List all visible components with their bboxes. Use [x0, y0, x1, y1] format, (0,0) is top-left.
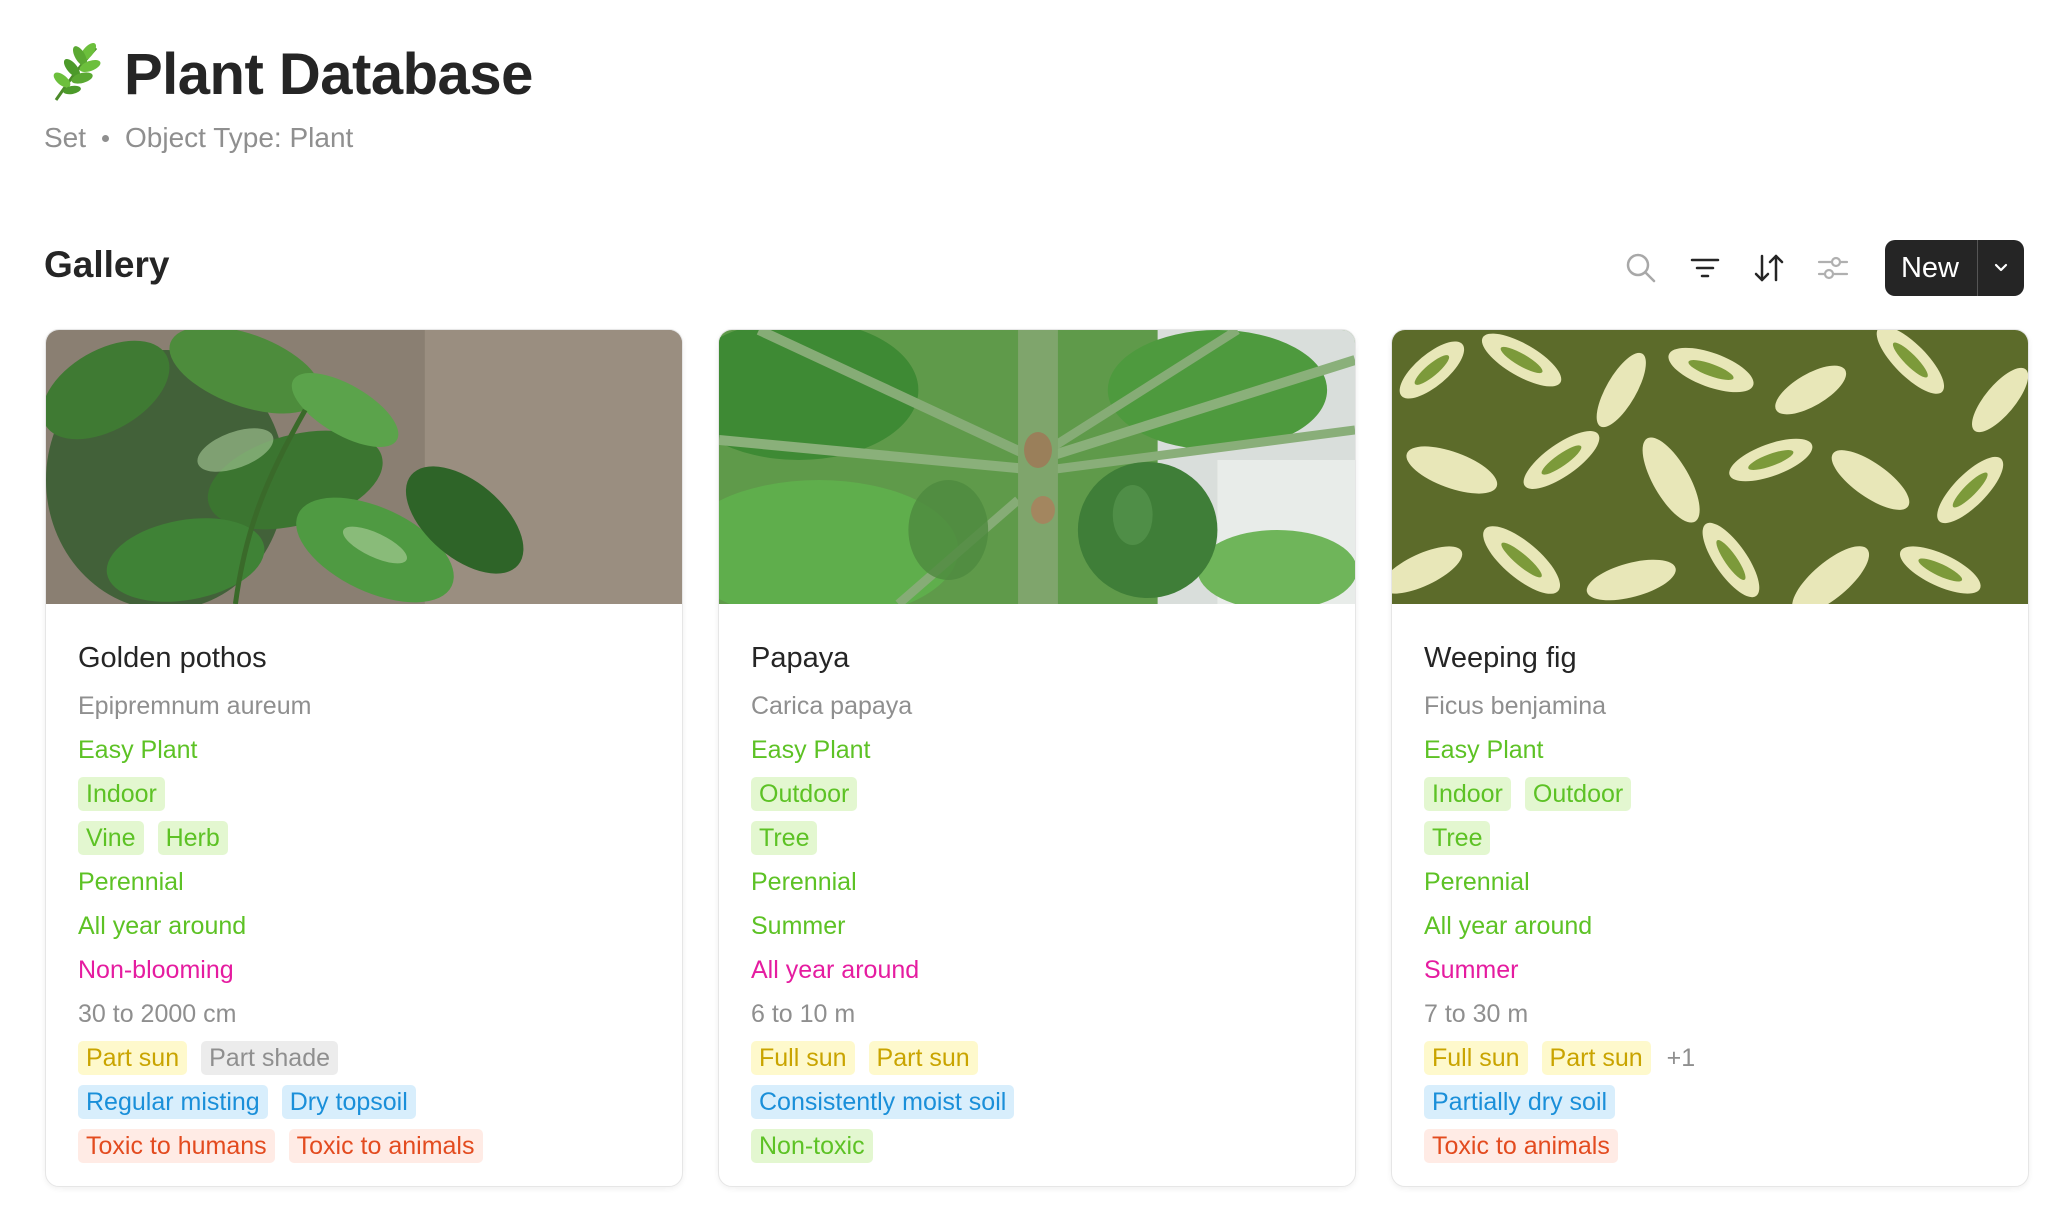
card-body: Papaya Carica papaya Easy Plant Outdoor … — [719, 604, 1355, 1168]
filter-icon[interactable] — [1685, 248, 1725, 288]
herb-icon — [44, 42, 106, 106]
more-tags-count[interactable]: +1 — [1667, 1044, 1696, 1073]
difficulty-value: Easy Plant — [1424, 735, 1544, 764]
card-cover-image — [1392, 330, 2028, 604]
toxicity-tags: Toxic to animals — [1424, 1124, 1996, 1168]
tag-watering: Regular misting — [78, 1085, 268, 1119]
chevron-down-icon[interactable] — [1978, 240, 2024, 296]
card-title: Papaya — [751, 642, 850, 674]
page-title: Plant Database — [124, 41, 533, 107]
tag-location: Outdoor — [751, 777, 858, 811]
gallery-card[interactable]: Golden pothos Epipremnum aureum Easy Pla… — [45, 329, 683, 1187]
tag-light: Full sun — [1424, 1041, 1528, 1075]
toxicity-tags: Non-toxic — [751, 1124, 1323, 1168]
tag-location: Indoor — [1424, 777, 1511, 811]
tag-watering: Consistently moist soil — [751, 1085, 1015, 1119]
tag-type: Herb — [157, 821, 228, 855]
type-tags: Tree — [751, 816, 1323, 860]
lifecycle-value: Perennial — [1424, 867, 1530, 896]
tag-toxicity: Non-toxic — [751, 1129, 873, 1163]
toxicity-tags: Toxic to humans Toxic to animals — [78, 1124, 650, 1168]
blooming-value: Non-blooming — [78, 955, 234, 984]
size-value: 6 to 10 m — [751, 999, 856, 1028]
view-name[interactable]: Gallery — [44, 244, 169, 286]
growing-season-value: Summer — [751, 911, 846, 940]
light-tags: Full sun Part sun — [751, 1036, 1323, 1080]
watering-tags: Consistently moist soil — [751, 1080, 1323, 1124]
difficulty-value: Easy Plant — [751, 735, 871, 764]
card-title: Weeping fig — [1424, 642, 1577, 674]
gallery-card[interactable]: Weeping fig Ficus benjamina Easy Plant I… — [1391, 329, 2029, 1187]
tag-light: Part sun — [868, 1041, 978, 1075]
latin-name: Carica papaya — [751, 691, 913, 720]
page-header: Plant Database Set Object Type: Plant — [44, 40, 533, 154]
latin-name: Ficus benjamina — [1424, 691, 1607, 720]
tag-watering: Partially dry soil — [1424, 1085, 1616, 1119]
subtitle-type: Set — [44, 122, 87, 153]
light-tags: Part sun Part shade — [78, 1036, 650, 1080]
card-body: Weeping fig Ficus benjamina Easy Plant I… — [1392, 604, 2028, 1168]
gallery-cards: Golden pothos Epipremnum aureum Easy Pla… — [45, 329, 2029, 1187]
growing-season-value: All year around — [1424, 911, 1593, 940]
size-value: 30 to 2000 cm — [78, 999, 237, 1028]
tag-type: Vine — [78, 821, 144, 855]
tag-light: Part sun — [78, 1041, 188, 1075]
location-tags: Indoor Outdoor — [1424, 772, 1996, 816]
tag-toxicity: Toxic to animals — [1424, 1129, 1618, 1163]
lifecycle-value: Perennial — [78, 867, 184, 896]
card-title: Golden pothos — [78, 642, 267, 674]
location-tags: Outdoor — [751, 772, 1323, 816]
tag-toxicity: Toxic to animals — [288, 1129, 483, 1163]
view-toolbar: New — [1621, 240, 2024, 296]
separator-dot — [102, 134, 110, 142]
new-button-label[interactable]: New — [1885, 240, 1978, 296]
size-value: 7 to 30 m — [1424, 999, 1529, 1028]
growing-season-value: All year around — [78, 911, 247, 940]
tag-toxicity: Toxic to humans — [78, 1129, 275, 1163]
blooming-value: Summer — [1424, 955, 1519, 984]
tag-type: Tree — [1424, 821, 1491, 855]
tag-light: Part shade — [201, 1041, 339, 1075]
watering-tags: Partially dry soil — [1424, 1080, 1996, 1124]
new-object-button[interactable]: New — [1884, 240, 2024, 296]
blooming-value: All year around — [751, 955, 920, 984]
gallery-card[interactable]: Papaya Carica papaya Easy Plant Outdoor … — [718, 329, 1356, 1187]
settings-icon[interactable] — [1813, 248, 1853, 288]
search-icon[interactable] — [1621, 248, 1661, 288]
type-tags: Tree — [1424, 816, 1996, 860]
card-cover-image — [46, 330, 682, 604]
lifecycle-value: Perennial — [751, 867, 857, 896]
tag-type: Tree — [751, 821, 818, 855]
type-tags: Vine Herb — [78, 816, 650, 860]
location-tags: Indoor — [78, 772, 650, 816]
watering-tags: Regular misting Dry topsoil — [78, 1080, 650, 1124]
card-body: Golden pothos Epipremnum aureum Easy Pla… — [46, 604, 682, 1168]
tag-light: Part sun — [1541, 1041, 1651, 1075]
tag-light: Full sun — [751, 1041, 855, 1075]
title-row: Plant Database — [44, 40, 533, 108]
difficulty-value: Easy Plant — [78, 735, 198, 764]
tag-location: Outdoor — [1524, 777, 1632, 811]
card-cover-image — [719, 330, 1355, 604]
page-subtitle: Set Object Type: Plant — [44, 122, 533, 154]
latin-name: Epipremnum aureum — [78, 691, 312, 720]
subtitle-object-type[interactable]: Object Type: Plant — [125, 122, 353, 154]
sort-icon[interactable] — [1749, 248, 1789, 288]
tag-location: Indoor — [78, 777, 165, 811]
tag-watering: Dry topsoil — [281, 1085, 416, 1119]
light-tags: Full sun Part sun +1 — [1424, 1036, 1996, 1080]
